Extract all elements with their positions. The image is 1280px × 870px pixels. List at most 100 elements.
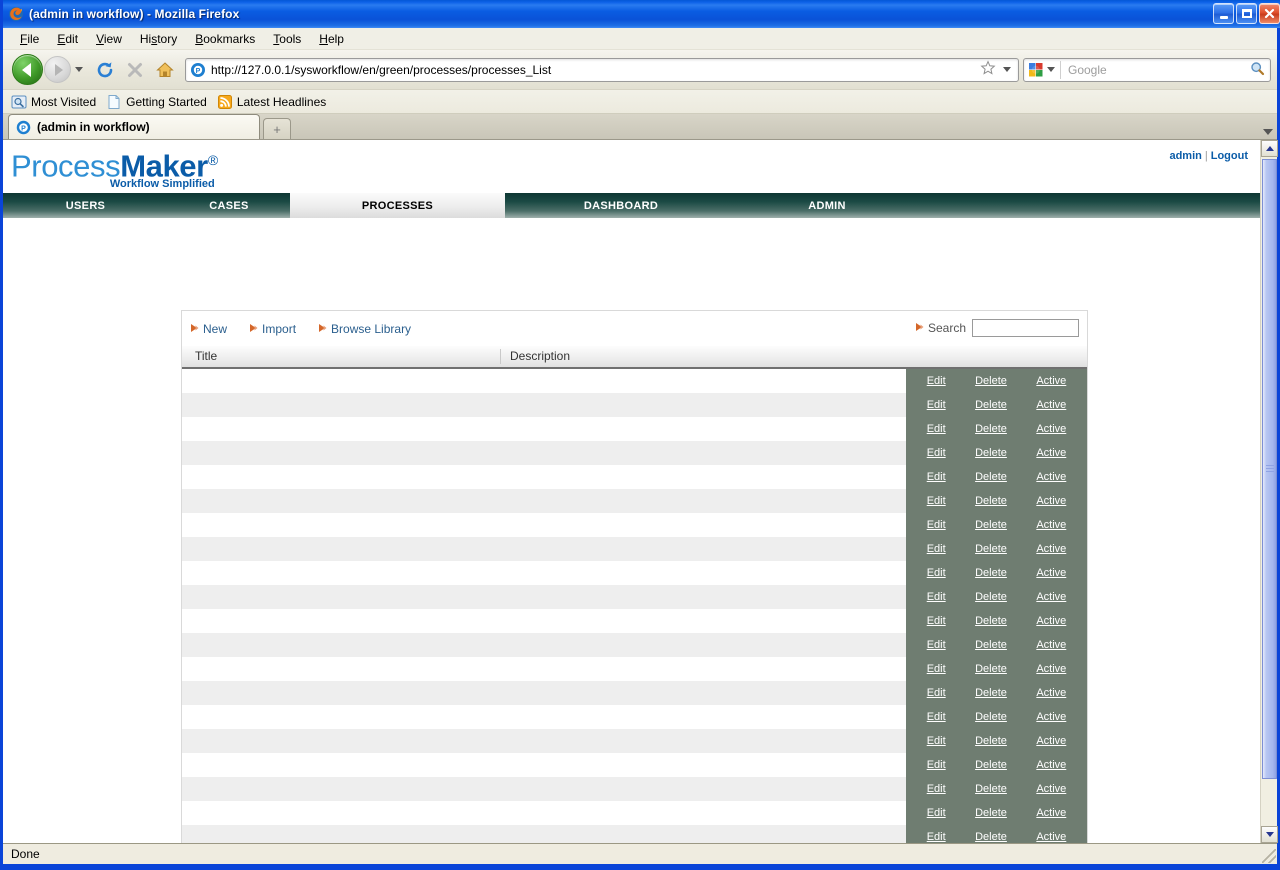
row-action-delete-link[interactable]: Delete (975, 519, 1007, 531)
row-action-edit-link[interactable]: Edit (927, 567, 946, 579)
table-row[interactable]: Edit Delete Active (182, 489, 1087, 513)
nav-tab-cases[interactable]: CASES (168, 193, 290, 218)
table-row[interactable]: Edit Delete Active (182, 393, 1087, 417)
row-action-edit-link[interactable]: Edit (927, 519, 946, 531)
menu-tools[interactable]: Tools (264, 30, 310, 48)
menu-history[interactable]: History (131, 30, 186, 48)
new-tab-button[interactable]: + (263, 118, 291, 139)
row-action-active-link[interactable]: Active (1036, 519, 1066, 531)
row-action-delete-link[interactable]: Delete (975, 831, 1007, 843)
resize-grip-icon[interactable] (1262, 849, 1276, 863)
scroll-down-button[interactable] (1261, 826, 1278, 843)
row-action-delete-link[interactable]: Delete (975, 447, 1007, 459)
scroll-up-button[interactable] (1261, 140, 1278, 157)
maximize-button[interactable] (1236, 3, 1257, 24)
menu-help[interactable]: Help (310, 30, 353, 48)
table-row[interactable]: Edit Delete Active (182, 609, 1087, 633)
row-action-delete-link[interactable]: Delete (975, 639, 1007, 651)
reload-button[interactable] (92, 57, 118, 83)
row-action-active-link[interactable]: Active (1036, 663, 1066, 675)
google-icon[interactable] (1028, 62, 1044, 78)
table-row[interactable]: Edit Delete Active (182, 537, 1087, 561)
row-action-edit-link[interactable]: Edit (927, 807, 946, 819)
menu-bookmarks[interactable]: Bookmarks (186, 30, 264, 48)
row-action-active-link[interactable]: Active (1036, 759, 1066, 771)
browser-search-input[interactable]: Google (1061, 63, 1250, 77)
row-action-active-link[interactable]: Active (1036, 639, 1066, 651)
row-action-active-link[interactable]: Active (1036, 783, 1066, 795)
table-row[interactable]: Edit Delete Active (182, 777, 1087, 801)
bookmark-latest-headlines[interactable]: Latest Headlines (217, 94, 326, 110)
nav-tab-processes[interactable]: PROCESSES (290, 193, 505, 218)
row-action-active-link[interactable]: Active (1036, 615, 1066, 627)
row-action-active-link[interactable]: Active (1036, 591, 1066, 603)
row-action-delete-link[interactable]: Delete (975, 687, 1007, 699)
table-row[interactable]: Edit Delete Active (182, 633, 1087, 657)
back-button[interactable] (12, 54, 43, 85)
row-action-delete-link[interactable]: Delete (975, 735, 1007, 747)
row-action-delete-link[interactable]: Delete (975, 711, 1007, 723)
row-action-edit-link[interactable]: Edit (927, 447, 946, 459)
row-action-delete-link[interactable]: Delete (975, 471, 1007, 483)
row-action-edit-link[interactable]: Edit (927, 495, 946, 507)
row-action-edit-link[interactable]: Edit (927, 639, 946, 651)
nav-tab-admin[interactable]: ADMIN (737, 193, 917, 218)
row-action-active-link[interactable]: Active (1036, 399, 1066, 411)
table-row[interactable]: Edit Delete Active (182, 753, 1087, 777)
row-action-active-link[interactable]: Active (1036, 543, 1066, 555)
row-action-active-link[interactable]: Active (1036, 447, 1066, 459)
row-action-edit-link[interactable]: Edit (927, 759, 946, 771)
nav-tab-dashboard[interactable]: DASHBOARD (505, 193, 737, 218)
menu-edit[interactable]: Edit (48, 30, 87, 48)
row-action-edit-link[interactable]: Edit (927, 783, 946, 795)
row-action-edit-link[interactable]: Edit (927, 831, 946, 843)
row-action-active-link[interactable]: Active (1036, 375, 1066, 387)
home-button[interactable] (152, 57, 178, 83)
browse-library-link[interactable]: Browse Library (318, 322, 411, 336)
stop-button[interactable] (122, 57, 148, 83)
row-action-active-link[interactable]: Active (1036, 831, 1066, 843)
row-action-active-link[interactable]: Active (1036, 423, 1066, 435)
table-row[interactable]: Edit Delete Active (182, 657, 1087, 681)
search-input[interactable] (972, 319, 1079, 337)
table-row[interactable]: Edit Delete Active (182, 705, 1087, 729)
table-row[interactable]: Edit Delete Active (182, 585, 1087, 609)
nav-tab-users[interactable]: USERS (3, 193, 168, 218)
row-action-edit-link[interactable]: Edit (927, 687, 946, 699)
processmaker-logo[interactable]: ProcessMaker® Workflow Simplified (11, 144, 218, 190)
row-action-active-link[interactable]: Active (1036, 807, 1066, 819)
row-action-delete-link[interactable]: Delete (975, 399, 1007, 411)
forward-button[interactable] (44, 56, 71, 83)
bookmark-most-visited[interactable]: Most Visited (11, 94, 96, 110)
table-row[interactable]: Edit Delete Active (182, 369, 1087, 393)
row-action-active-link[interactable]: Active (1036, 687, 1066, 699)
row-action-edit-link[interactable]: Edit (927, 543, 946, 555)
scrollbar-thumb[interactable] (1262, 159, 1277, 779)
table-row[interactable]: Edit Delete Active (182, 729, 1087, 753)
row-action-delete-link[interactable]: Delete (975, 543, 1007, 555)
history-dropdown-icon[interactable] (75, 67, 83, 72)
column-header-description[interactable]: Description (501, 349, 1087, 364)
table-row[interactable]: Edit Delete Active (182, 561, 1087, 585)
row-action-delete-link[interactable]: Delete (975, 423, 1007, 435)
row-action-delete-link[interactable]: Delete (975, 807, 1007, 819)
row-action-edit-link[interactable]: Edit (927, 735, 946, 747)
row-action-delete-link[interactable]: Delete (975, 375, 1007, 387)
table-row[interactable]: Edit Delete Active (182, 681, 1087, 705)
row-action-active-link[interactable]: Active (1036, 495, 1066, 507)
search-engine-dropdown-icon[interactable] (1047, 67, 1055, 72)
bookmark-getting-started[interactable]: Getting Started (106, 94, 207, 110)
browser-search-bar[interactable]: Google (1023, 57, 1271, 82)
table-row[interactable]: Edit Delete Active (182, 417, 1087, 441)
search-magnifier-icon[interactable] (1250, 61, 1265, 79)
logout-link[interactable]: Logout (1211, 150, 1248, 162)
row-action-edit-link[interactable]: Edit (927, 663, 946, 675)
menu-file[interactable]: File (11, 30, 48, 48)
row-action-delete-link[interactable]: Delete (975, 615, 1007, 627)
row-action-edit-link[interactable]: Edit (927, 471, 946, 483)
table-row[interactable]: Edit Delete Active (182, 825, 1087, 843)
row-action-delete-link[interactable]: Delete (975, 759, 1007, 771)
row-action-edit-link[interactable]: Edit (927, 615, 946, 627)
row-action-edit-link[interactable]: Edit (927, 423, 946, 435)
row-action-active-link[interactable]: Active (1036, 735, 1066, 747)
